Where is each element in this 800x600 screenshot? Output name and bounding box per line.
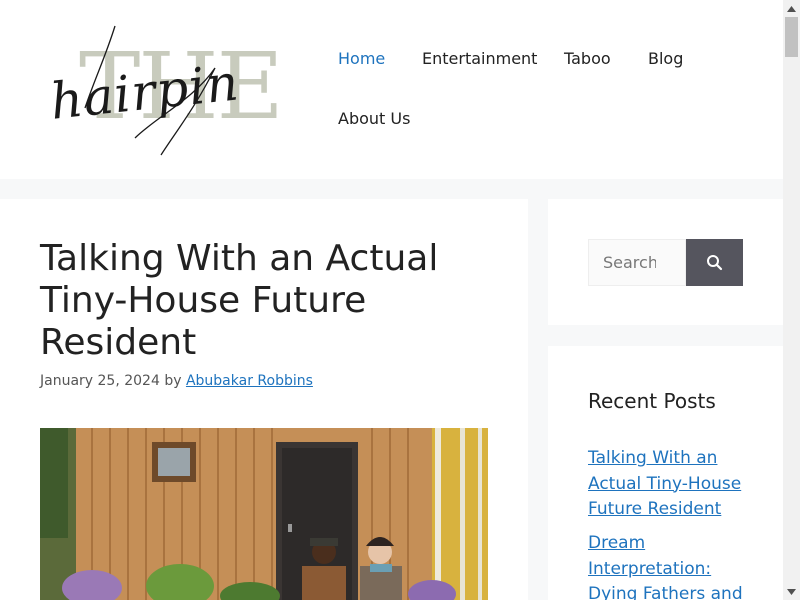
scrollbar-thumb[interactable] bbox=[785, 17, 798, 57]
author-link[interactable]: Abubakar Robbins bbox=[186, 373, 313, 389]
logo-graphic: THE hairpin bbox=[48, 25, 284, 156]
article-date: January 25, 2024 bbox=[40, 373, 160, 389]
article-meta: January 25, 2024 by Abubakar Robbins bbox=[40, 373, 313, 389]
nav-blog[interactable]: Blog bbox=[648, 49, 683, 68]
recent-post-link[interactable]: Dream Interpretation: Dying Fathers and bbox=[588, 531, 748, 600]
search-icon bbox=[707, 255, 723, 271]
scroll-down-arrow-icon[interactable] bbox=[783, 583, 800, 600]
article-by-label: by bbox=[164, 373, 182, 389]
nav-entertainment[interactable]: Entertainment bbox=[422, 49, 537, 68]
nav-home[interactable]: Home bbox=[338, 49, 385, 68]
search-input[interactable] bbox=[588, 239, 686, 286]
featured-image-graphic bbox=[40, 428, 488, 600]
recent-post-link[interactable]: Talking With an Actual Tiny-House Future… bbox=[588, 446, 748, 523]
nav-taboo[interactable]: Taboo bbox=[564, 49, 611, 68]
scroll-up-arrow-icon[interactable] bbox=[783, 0, 800, 17]
featured-image bbox=[40, 428, 488, 600]
site-logo[interactable]: THE hairpin bbox=[45, 18, 310, 163]
vertical-scrollbar[interactable] bbox=[783, 0, 800, 600]
recent-posts-title: Recent Posts bbox=[588, 389, 716, 413]
nav-about-us[interactable]: About Us bbox=[338, 109, 410, 128]
search-button[interactable] bbox=[686, 239, 743, 286]
article-title: Talking With an Actual Tiny-House Future… bbox=[40, 238, 439, 363]
